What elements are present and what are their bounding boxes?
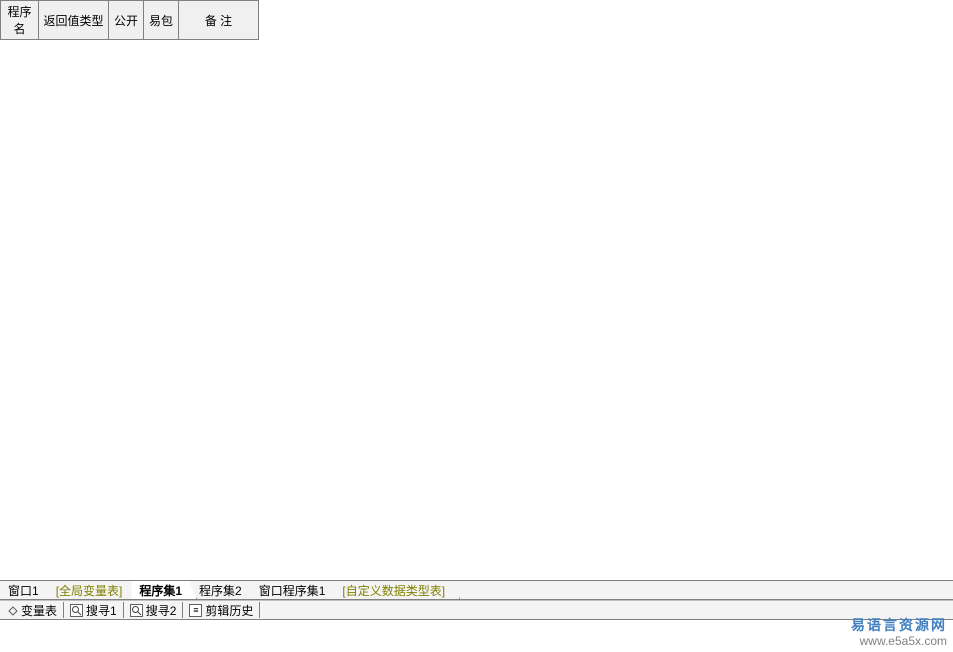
tab-label: 窗口1 [8, 582, 39, 599]
tab-label: 窗口程序集1 [259, 582, 326, 599]
watermark-title: 易语言资源网 [851, 616, 947, 634]
diamond-icon [8, 605, 18, 615]
search-icon [70, 604, 83, 617]
tab-window-procset1[interactable]: 窗口程序集1 [251, 581, 341, 599]
tab-procset2[interactable]: 程序集2 [191, 581, 257, 599]
bottom-toolbar: 变量表 搜寻1 搜寻2 ≡ 剪辑历史 [0, 600, 953, 620]
header-public: 公开 [109, 1, 144, 40]
tab-procset1[interactable]: 程序集1 [131, 581, 197, 599]
bottom-vartable[interactable]: 变量表 [2, 602, 64, 618]
bottom-clip-history[interactable]: ≡ 剪辑历史 [183, 602, 260, 618]
header-package: 易包 [144, 1, 179, 40]
tab-custom-types[interactable]: [自定义数据类型表] [334, 581, 460, 599]
bottom-search1[interactable]: 搜寻1 [64, 602, 124, 618]
tab-label: 程序集2 [199, 582, 242, 599]
watermark: 易语言资源网 www.e5a5x.com [851, 616, 947, 650]
bottom-label: 搜寻1 [86, 602, 117, 619]
bottom-label: 剪辑历史 [205, 602, 253, 619]
footer-area: 易语言资源网 www.e5a5x.com [0, 620, 953, 652]
bottom-label: 变量表 [21, 602, 57, 619]
search-icon [130, 604, 143, 617]
header-return-type: 返回值类型 [39, 1, 109, 40]
tab-window1[interactable]: 窗口1 [0, 581, 54, 599]
header-name: 程序名 [1, 1, 39, 40]
bottom-search2[interactable]: 搜寻2 [124, 602, 184, 618]
bottom-label: 搜寻2 [146, 602, 177, 619]
editor-content[interactable] [0, 40, 953, 580]
watermark-url: www.e5a5x.com [851, 634, 947, 650]
tab-bar: 窗口1 [全局变量表] 程序集1 程序集2 窗口程序集1 [自定义数据类型表] [0, 580, 953, 600]
header-remark: 备 注 [179, 1, 259, 40]
tab-label: [全局变量表] [56, 582, 123, 599]
tab-global-vars[interactable]: [全局变量表] [48, 581, 138, 599]
tab-label: [自定义数据类型表] [342, 582, 445, 599]
doc-icon: ≡ [189, 604, 202, 617]
table-header-row: 程序名 返回值类型 公开 易包 备 注 [1, 1, 259, 40]
tab-label: 程序集1 [139, 582, 182, 599]
